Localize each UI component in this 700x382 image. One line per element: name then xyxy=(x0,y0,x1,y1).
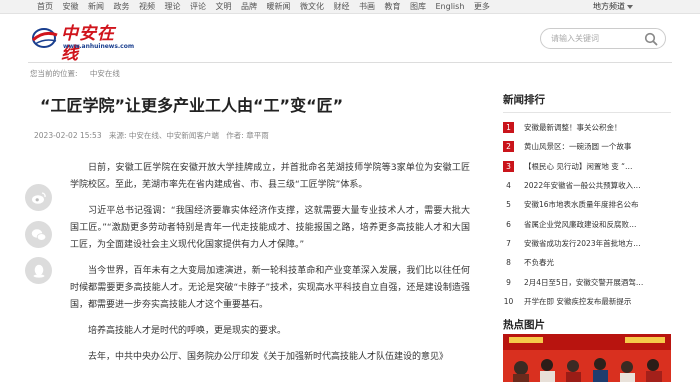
ranking-divider xyxy=(503,112,671,113)
top-nav-link[interactable]: 评论 xyxy=(190,1,206,12)
ranking-number: 1 xyxy=(503,122,514,134)
ranking-item[interactable]: 10 开学在即 安徽疾控发布最新提示 xyxy=(503,292,671,311)
ranking-number: 2 xyxy=(503,141,514,153)
article-author: 作者: 章平雨 xyxy=(226,131,269,140)
search-box xyxy=(540,28,666,49)
breadcrumb-prefix: 您当前的位置: xyxy=(30,69,78,78)
logo-url: www.anhuinews.com xyxy=(63,43,135,50)
ranking-headline: 省属企业党风廉政建设和反腐败… xyxy=(524,219,637,229)
ranking-headline: 黄山风景区：一碗汤圆 一个故事 xyxy=(524,142,632,152)
wechat-icon xyxy=(31,228,46,241)
breadcrumb-link-home[interactable]: 中安在线 xyxy=(90,69,120,78)
top-nav-link[interactable]: 图库 xyxy=(410,1,426,12)
top-nav-link[interactable]: 政务 xyxy=(114,1,130,12)
ranking-item[interactable]: 3 【根民心 见行动】闲置地 变 “… xyxy=(503,157,671,176)
ranking-number: 5 xyxy=(506,200,511,210)
share-weibo-button[interactable] xyxy=(25,184,52,211)
article-paragraph: 日前，安徽工匠学院在安徽开放大学挂牌成立，并首批命名芜湖技师学院等3家单位为安徽… xyxy=(70,163,470,190)
top-nav-link[interactable]: 安徽 xyxy=(63,1,79,12)
chevron-down-icon xyxy=(627,4,633,9)
top-nav-link[interactable]: 品牌 xyxy=(241,1,257,12)
article-meta: 2023-02-02 15:53 来源: 中安在线、中安新闻客户端 作者: 章平… xyxy=(34,131,274,141)
top-nav-link[interactable]: 首页 xyxy=(37,1,53,12)
region-channel-label: 地方频道 xyxy=(593,2,625,11)
article-body: 日前，安徽工匠学院在安徽开放大学挂牌成立，并首批命名芜湖技师学院等3家单位为安徽… xyxy=(70,160,470,375)
ranking-number: 10 xyxy=(503,296,514,306)
site-logo[interactable]: 中安在线 www.anhuinews.com xyxy=(30,24,134,64)
region-channel-dropdown[interactable]: 地方频道 xyxy=(593,1,633,12)
breadcrumb: 您当前的位置: 中安在线 xyxy=(30,68,130,79)
top-nav-link[interactable]: 微文化 xyxy=(300,1,324,12)
ranking-number: 3 xyxy=(503,160,514,172)
news-ranking-title: 新闻排行 xyxy=(503,94,545,106)
top-nav-link[interactable]: 书画 xyxy=(359,1,375,12)
ranking-item[interactable]: 5 安徽16市地表水质量年度排名公布 xyxy=(503,195,671,214)
top-nav-link[interactable]: 教育 xyxy=(385,1,401,12)
ranking-number: 7 xyxy=(506,238,511,248)
ranking-item[interactable]: 9 2月4日至5日，安徽交警开展酒驾… xyxy=(503,272,671,291)
ranking-number: 4 xyxy=(506,181,511,191)
ranking-item[interactable]: 6 省属企业党风廉政建设和反腐败… xyxy=(503,214,671,233)
top-nav-link[interactable]: 更多 xyxy=(474,1,490,12)
top-nav-link[interactable]: 理论 xyxy=(165,1,181,12)
top-nav-link[interactable]: 文明 xyxy=(216,1,232,12)
article-source: 来源: 中安在线、中安新闻客户端 xyxy=(108,131,219,140)
top-nav-link[interactable]: 暖新闻 xyxy=(267,1,291,12)
ranking-headline: 2月4日至5日，安徽交警开展酒驾… xyxy=(524,277,644,287)
top-nav-link[interactable]: English xyxy=(436,1,465,12)
article-title: “工匠学院”让更多产业工人由“工”变“匠” xyxy=(40,96,344,115)
ranking-item[interactable]: 7 安徽省成功发行2023年首批地方… xyxy=(503,234,671,253)
search-icon[interactable] xyxy=(644,32,658,46)
ranking-item[interactable]: 2 黄山风景区：一碗汤圆 一个故事 xyxy=(503,137,671,156)
hot-picture-graphic xyxy=(503,334,671,382)
hot-pictures-title: 热点图片 xyxy=(503,319,545,331)
top-nav-bar: 首页 安徽 新闻 政务 视频 理论 评论 文明 品牌 暖新闻 微文化 财经 书画 教育 图库 English 更… xyxy=(0,0,700,14)
ranking-number: 9 xyxy=(506,277,511,287)
share-wechat-button[interactable] xyxy=(25,221,52,248)
logo-globe-icon xyxy=(31,28,58,48)
top-nav-link[interactable]: 视频 xyxy=(139,1,155,12)
ranking-number: 6 xyxy=(506,219,511,229)
article-paragraph: 去年，中共中央办公厅、国务院办公厅印发《关于加强新时代高技能人才队伍建设的意见》 xyxy=(88,352,449,362)
top-nav-link[interactable]: 财经 xyxy=(334,1,350,12)
news-ranking-list: 1 安徽最新调整！事关公积金！ 2 黄山风景区：一碗汤圆 一个故事 3 【根民心 见行动】… xyxy=(503,118,671,311)
share-qq-button[interactable] xyxy=(25,257,52,284)
ranking-headline: 【根民心 见行动】闲置地 变 “… xyxy=(524,161,633,171)
ranking-number: 8 xyxy=(506,258,511,268)
article-paragraph: 习近平总书记强调：“我国经济要靠实体经济作支撑，这就需要大量专业技术人才，需要大… xyxy=(70,206,470,250)
ranking-item[interactable]: 8 不负春光 xyxy=(503,253,671,272)
ranking-item[interactable]: 1 安徽最新调整！事关公积金！ xyxy=(503,118,671,137)
header-divider xyxy=(28,62,672,63)
weibo-icon xyxy=(31,191,46,204)
top-nav-link[interactable]: 新闻 xyxy=(88,1,104,12)
article-paragraph: 培养高技能人才是时代的呼唤，更是现实的要求。 xyxy=(88,326,287,336)
ranking-headline: 安徽省成功发行2023年首批地方… xyxy=(524,238,641,248)
top-nav-links: 首页 安徽 新闻 政务 视频 理论 评论 文明 品牌 暖新闻 微文化 财经 书画 教育 图库 English 更… xyxy=(37,1,499,12)
hot-picture-image[interactable] xyxy=(503,334,671,382)
ranking-headline: 安徽16市地表水质量年度排名公布 xyxy=(524,200,639,210)
article-date: 2023-02-02 15:53 xyxy=(34,131,102,140)
ranking-headline: 2022年安徽省一般公共预算收入… xyxy=(524,181,641,191)
article-paragraph: 当今世界，百年未有之大变局加速演进，新一轮科技革命和产业变革深入发展，我们比以往… xyxy=(70,266,470,310)
ranking-headline: 安徽最新调整！事关公积金！ xyxy=(524,123,622,133)
search-input[interactable] xyxy=(551,32,641,45)
qq-icon xyxy=(33,264,44,278)
ranking-headline: 开学在即 安徽疾控发布最新提示 xyxy=(524,296,632,306)
ranking-headline: 不负春光 xyxy=(524,258,554,268)
ranking-item[interactable]: 4 2022年安徽省一般公共预算收入… xyxy=(503,176,671,195)
